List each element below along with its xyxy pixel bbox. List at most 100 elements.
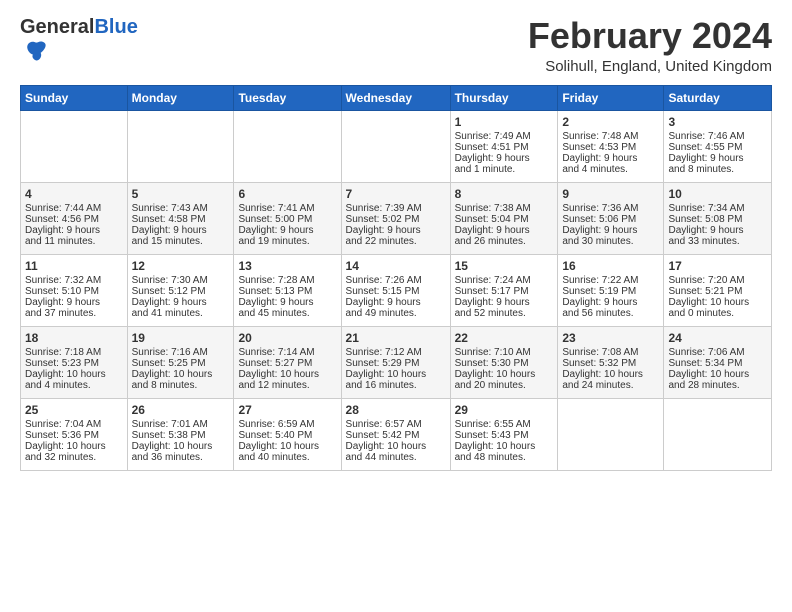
calendar-cell: 9Sunrise: 7:36 AMSunset: 5:06 PMDaylight… — [558, 182, 664, 254]
day-info: Sunset: 5:42 PM — [346, 430, 446, 441]
calendar-cell: 2Sunrise: 7:48 AMSunset: 4:53 PMDaylight… — [558, 110, 664, 182]
day-info: and 37 minutes. — [25, 308, 123, 319]
day-info: and 1 minute. — [455, 164, 554, 175]
day-info: Sunrise: 7:14 AM — [238, 347, 336, 358]
day-info: Daylight: 9 hours — [668, 153, 767, 164]
day-info: Daylight: 10 hours — [562, 369, 659, 380]
day-info: Sunrise: 6:55 AM — [455, 419, 554, 430]
title-block: February 2024 Solihull, England, United … — [528, 16, 772, 75]
day-info: Sunrise: 7:04 AM — [25, 419, 123, 430]
calendar-cell: 8Sunrise: 7:38 AMSunset: 5:04 PMDaylight… — [450, 182, 558, 254]
day-info: Sunset: 5:25 PM — [132, 358, 230, 369]
day-number: 2 — [562, 115, 659, 129]
day-info: and 0 minutes. — [668, 308, 767, 319]
day-info: Sunrise: 7:24 AM — [455, 275, 554, 286]
day-info: Daylight: 10 hours — [25, 369, 123, 380]
day-number: 26 — [132, 403, 230, 417]
day-info: Sunrise: 7:49 AM — [455, 131, 554, 142]
week-row-0: 1Sunrise: 7:49 AMSunset: 4:51 PMDaylight… — [21, 110, 772, 182]
calendar-cell — [234, 110, 341, 182]
day-info: Sunrise: 7:34 AM — [668, 203, 767, 214]
calendar-cell: 14Sunrise: 7:26 AMSunset: 5:15 PMDayligh… — [341, 254, 450, 326]
day-info: Sunset: 5:02 PM — [346, 214, 446, 225]
logo-general: General — [20, 16, 94, 38]
day-info: Sunset: 5:32 PM — [562, 358, 659, 369]
day-info: Daylight: 9 hours — [25, 225, 123, 236]
week-row-3: 18Sunrise: 7:18 AMSunset: 5:23 PMDayligh… — [21, 326, 772, 398]
day-info: Sunset: 5:17 PM — [455, 286, 554, 297]
day-info: and 15 minutes. — [132, 236, 230, 247]
day-info: Daylight: 9 hours — [455, 225, 554, 236]
week-row-2: 11Sunrise: 7:32 AMSunset: 5:10 PMDayligh… — [21, 254, 772, 326]
header-day-wednesday: Wednesday — [341, 85, 450, 110]
day-number: 12 — [132, 259, 230, 273]
day-info: Sunset: 5:19 PM — [562, 286, 659, 297]
day-info: Daylight: 10 hours — [238, 369, 336, 380]
day-info: Sunset: 5:30 PM — [455, 358, 554, 369]
calendar-cell: 13Sunrise: 7:28 AMSunset: 5:13 PMDayligh… — [234, 254, 341, 326]
day-info: Sunset: 4:51 PM — [455, 142, 554, 153]
day-info: and 24 minutes. — [562, 380, 659, 391]
day-info: and 12 minutes. — [238, 380, 336, 391]
day-number: 27 — [238, 403, 336, 417]
calendar-cell: 4Sunrise: 7:44 AMSunset: 4:56 PMDaylight… — [21, 182, 128, 254]
day-info: Daylight: 9 hours — [562, 153, 659, 164]
day-info: Sunrise: 7:38 AM — [455, 203, 554, 214]
day-info: and 16 minutes. — [346, 380, 446, 391]
calendar-cell: 12Sunrise: 7:30 AMSunset: 5:12 PMDayligh… — [127, 254, 234, 326]
calendar-cell — [127, 110, 234, 182]
day-info: and 32 minutes. — [25, 452, 123, 463]
day-number: 10 — [668, 187, 767, 201]
day-info: Sunset: 4:53 PM — [562, 142, 659, 153]
day-info: Sunrise: 7:44 AM — [25, 203, 123, 214]
day-info: Sunset: 5:06 PM — [562, 214, 659, 225]
calendar-cell: 3Sunrise: 7:46 AMSunset: 4:55 PMDaylight… — [664, 110, 772, 182]
day-number: 17 — [668, 259, 767, 273]
page-header: GeneralBlue February 2024 Solihull, Engl… — [20, 16, 772, 75]
header-row: SundayMondayTuesdayWednesdayThursdayFrid… — [21, 85, 772, 110]
day-info: Sunset: 4:55 PM — [668, 142, 767, 153]
header-day-sunday: Sunday — [21, 85, 128, 110]
day-info: Sunrise: 7:46 AM — [668, 131, 767, 142]
calendar-cell — [21, 110, 128, 182]
calendar-cell: 25Sunrise: 7:04 AMSunset: 5:36 PMDayligh… — [21, 398, 128, 470]
logo-blue: Blue — [94, 16, 137, 38]
day-number: 14 — [346, 259, 446, 273]
calendar-cell: 23Sunrise: 7:08 AMSunset: 5:32 PMDayligh… — [558, 326, 664, 398]
day-number: 18 — [25, 331, 123, 345]
day-info: Sunrise: 6:59 AM — [238, 419, 336, 430]
day-number: 20 — [238, 331, 336, 345]
day-info: Sunrise: 7:36 AM — [562, 203, 659, 214]
day-info: Sunset: 5:43 PM — [455, 430, 554, 441]
day-info: Sunset: 4:58 PM — [132, 214, 230, 225]
day-number: 16 — [562, 259, 659, 273]
day-info: Daylight: 9 hours — [238, 297, 336, 308]
day-info: Daylight: 9 hours — [132, 297, 230, 308]
day-info: and 4 minutes. — [25, 380, 123, 391]
day-info: and 56 minutes. — [562, 308, 659, 319]
calendar-header: SundayMondayTuesdayWednesdayThursdayFrid… — [21, 85, 772, 110]
day-info: Sunset: 5:29 PM — [346, 358, 446, 369]
day-info: and 48 minutes. — [455, 452, 554, 463]
day-info: and 41 minutes. — [132, 308, 230, 319]
day-info: Sunrise: 7:01 AM — [132, 419, 230, 430]
day-info: Daylight: 10 hours — [668, 297, 767, 308]
calendar-cell: 29Sunrise: 6:55 AMSunset: 5:43 PMDayligh… — [450, 398, 558, 470]
day-info: Sunrise: 7:12 AM — [346, 347, 446, 358]
calendar-page: GeneralBlue February 2024 Solihull, Engl… — [0, 0, 792, 481]
day-info: Sunset: 5:10 PM — [25, 286, 123, 297]
calendar-cell: 17Sunrise: 7:20 AMSunset: 5:21 PMDayligh… — [664, 254, 772, 326]
day-number: 6 — [238, 187, 336, 201]
logo: GeneralBlue — [20, 16, 138, 71]
header-day-saturday: Saturday — [664, 85, 772, 110]
day-info: and 49 minutes. — [346, 308, 446, 319]
day-info: Daylight: 10 hours — [132, 441, 230, 452]
day-info: and 8 minutes. — [132, 380, 230, 391]
day-info: and 30 minutes. — [562, 236, 659, 247]
day-info: Sunrise: 7:26 AM — [346, 275, 446, 286]
day-number: 15 — [455, 259, 554, 273]
day-info: Daylight: 10 hours — [346, 369, 446, 380]
header-day-tuesday: Tuesday — [234, 85, 341, 110]
day-info: Daylight: 10 hours — [668, 369, 767, 380]
day-info: Daylight: 9 hours — [562, 225, 659, 236]
